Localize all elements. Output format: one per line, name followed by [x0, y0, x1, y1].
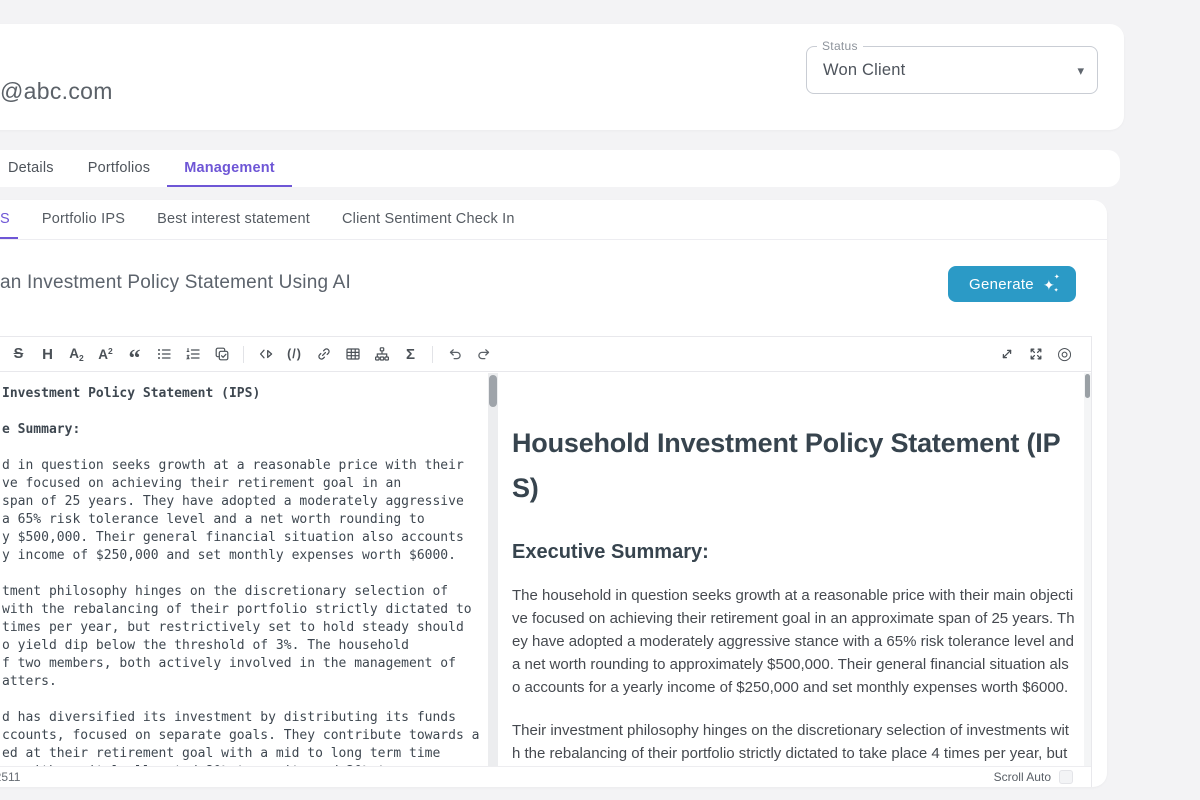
character-count: 12511 [0, 770, 20, 784]
source-line: Investment Policy Statement (IPS) [2, 385, 484, 403]
task-list-icon[interactable] [207, 341, 236, 367]
markdown-editor: S H A2 A2 “ (/) [0, 336, 1092, 787]
editor-toolbar: S H A2 A2 “ (/) [0, 337, 1091, 372]
chevron-down-icon: ▾ [1077, 63, 1084, 79]
code-block-icon[interactable]: (/) [280, 341, 309, 367]
status-select[interactable]: Status Won Client ▾ [806, 46, 1098, 94]
source-line: atters. [2, 673, 484, 691]
source-scrollbar-thumb[interactable] [489, 375, 497, 407]
source-line: ccounts, focused on separate goals. They… [2, 727, 484, 745]
toolbar-separator [432, 346, 433, 363]
undo-icon[interactable] [440, 341, 469, 367]
source-line: tment philosophy hinges on the discretio… [2, 583, 484, 601]
source-line [2, 403, 484, 421]
link-icon[interactable] [309, 341, 338, 367]
ordered-list-icon[interactable] [178, 341, 207, 367]
generate-button-label: Generate [969, 276, 1034, 293]
subscript-icon[interactable]: A2 [62, 341, 91, 367]
preview-title: Household Investment Policy Statement (I… [512, 421, 1075, 511]
editor-panes: Investment Policy Statement (IPS) e Summ… [0, 373, 1091, 766]
sparkles-icon: ✦ [1043, 278, 1055, 292]
tab-portfolios[interactable]: Portfolios [71, 150, 167, 187]
source-line: y $500,000. Their general financial situ… [2, 529, 484, 547]
expand-icon[interactable] [992, 341, 1021, 367]
toolbar-separator [243, 346, 244, 363]
source-line: f two members, both actively involved in… [2, 655, 484, 673]
tab-management[interactable]: Management [167, 150, 292, 187]
source-line [2, 439, 484, 457]
scroll-auto-label: Scroll Auto [994, 770, 1051, 784]
preview-paragraph: The household in question seeks growth a… [512, 584, 1075, 699]
preview-paragraph: Their investment philosophy hinges on th… [512, 719, 1075, 765]
source-line: o yield dip below the threshold of 3%. T… [2, 637, 484, 655]
source-line: times per year, but restrictively set to… [2, 619, 484, 637]
diagram-icon[interactable] [367, 341, 396, 367]
client-email: @abc.com [0, 78, 113, 105]
heading-icon[interactable]: H [33, 341, 62, 367]
inline-code-icon[interactable] [251, 341, 280, 367]
management-panel: S Portfolio IPS Best interest statement … [0, 200, 1107, 787]
tab-details[interactable]: Details [0, 150, 71, 187]
subtab-ips[interactable]: S [0, 200, 18, 239]
preview-subheading: Executive Summary: [512, 541, 1075, 564]
management-subtabs: S Portfolio IPS Best interest statement … [0, 200, 1107, 240]
preview-scrollbar[interactable] [1084, 373, 1091, 766]
source-line: ve focused on achieving their retirement… [2, 475, 484, 493]
source-line: e Summary: [2, 421, 484, 439]
subtab-best-interest-statement[interactable]: Best interest statement [149, 200, 318, 239]
fullscreen-icon[interactable] [1021, 341, 1050, 367]
preview-eye-icon[interactable]: ◎ [1050, 341, 1079, 367]
bullet-list-icon[interactable] [149, 341, 178, 367]
section-title: an Investment Policy Statement Using AI [0, 272, 351, 294]
source-line: with the rebalancing of their portfolio … [2, 601, 484, 619]
editor-footer: 12511 Scroll Auto [0, 766, 1091, 787]
scroll-auto-checkbox[interactable] [1059, 770, 1073, 784]
source-line: ed at their retirement goal with a mid t… [2, 745, 484, 763]
toolbar-view-group: ◎ [992, 341, 1079, 367]
subtab-client-sentiment-check-in[interactable]: Client Sentiment Check In [334, 200, 523, 239]
source-line: a 65% risk tolerance level and a net wor… [2, 511, 484, 529]
markdown-source-pane[interactable]: Investment Policy Statement (IPS) e Summ… [0, 373, 488, 766]
preview-scrollbar-thumb[interactable] [1085, 374, 1090, 398]
status-select-value: Won Client [823, 47, 905, 93]
table-icon[interactable] [338, 341, 367, 367]
client-header-card: @abc.com Status Won Client ▾ [0, 24, 1124, 130]
source-line: span of 25 years. They have adopted a mo… [2, 493, 484, 511]
markdown-preview-pane: Household Investment Policy Statement (I… [498, 373, 1091, 766]
main-tabbar: Details Portfolios Management [0, 150, 1120, 187]
source-line [2, 565, 484, 583]
superscript-icon[interactable]: A2 [91, 341, 120, 367]
source-line: d in question seeks growth at a reasonab… [2, 457, 484, 475]
blockquote-icon[interactable]: “ [120, 341, 149, 367]
source-scrollbar[interactable] [488, 373, 498, 766]
strikethrough-icon[interactable]: S [4, 341, 33, 367]
generate-button[interactable]: Generate ✦ [948, 266, 1076, 302]
source-line: y income of $250,000 and set monthly exp… [2, 547, 484, 565]
subtab-portfolio-ips[interactable]: Portfolio IPS [34, 200, 133, 239]
scroll-auto-control: Scroll Auto [994, 770, 1073, 784]
math-icon[interactable]: Σ [396, 341, 425, 367]
source-line [2, 691, 484, 709]
redo-icon[interactable] [469, 341, 498, 367]
source-line: d has diversified its investment by dist… [2, 709, 484, 727]
